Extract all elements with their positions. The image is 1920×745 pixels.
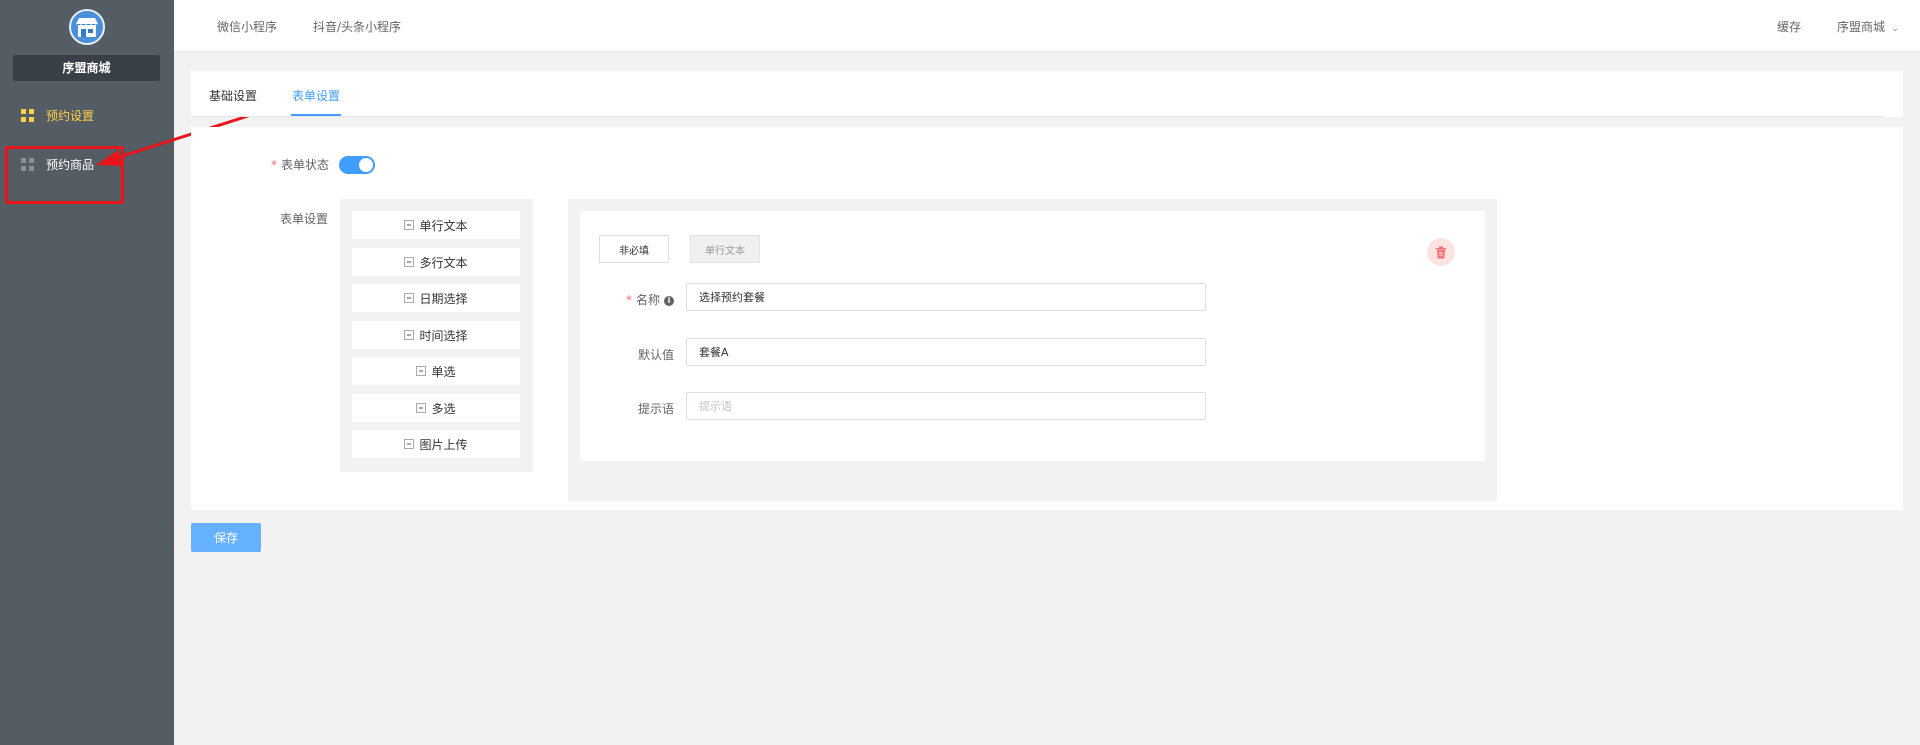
required-toggle-button[interactable]: 非必填	[599, 235, 669, 263]
palette-item-time[interactable]: 时间选择	[352, 321, 520, 349]
user-menu[interactable]: 序盟商城 ⌄	[1837, 18, 1899, 35]
top-bar: 微信小程序 抖音/头条小程序 缓存 序盟商城 ⌄	[174, 0, 1920, 52]
trash-icon	[1436, 246, 1446, 258]
sidebar-item-label: 预约设置	[46, 108, 95, 123]
form-status-toggle[interactable]	[339, 156, 375, 174]
field-type-palette: 单行文本 多行文本 日期选择 时间选择 单选 多选 图片上传	[340, 199, 533, 472]
radio-icon	[416, 366, 427, 376]
delete-field-button[interactable]	[1427, 238, 1455, 266]
name-input[interactable]	[686, 283, 1206, 311]
cache-button[interactable]: 缓存	[1777, 18, 1801, 35]
tabs-divider	[191, 116, 1883, 117]
name-label: * 名称 i	[594, 291, 674, 308]
palette-item-radio[interactable]: 单选	[352, 357, 520, 385]
sidebar-item-booking-settings[interactable]: 预约设置	[0, 95, 174, 135]
checkbox-icon	[416, 403, 427, 413]
palette-item-date[interactable]: 日期选择	[352, 284, 520, 312]
hint-label: 提示语	[637, 402, 674, 416]
tabs-bar: 基础设置 表单设置	[191, 71, 1903, 117]
form-status-label: * 表单状态	[271, 158, 330, 172]
tab-basic-settings[interactable]: 基础设置	[209, 87, 257, 104]
default-value-label: 默认值	[637, 348, 674, 362]
calendar-icon	[404, 293, 415, 303]
shop-name: 序盟商城	[13, 55, 160, 81]
textarea-icon	[404, 257, 415, 267]
sidebar-item-label: 预约商品	[46, 157, 95, 172]
image-icon	[404, 439, 415, 449]
default-value-input[interactable]	[686, 338, 1206, 366]
form-settings-label: 表单设置	[280, 212, 329, 226]
tab-form-settings[interactable]: 表单设置	[292, 87, 340, 104]
save-button[interactable]: 保存	[191, 523, 261, 552]
shop-logo-icon	[69, 9, 105, 45]
sidebar: 序盟商城 预约设置 预约商品	[0, 0, 174, 745]
palette-item-multi-text[interactable]: 多行文本	[352, 248, 520, 276]
sidebar-item-booking-products[interactable]: 预约商品	[0, 144, 174, 184]
palette-item-image-upload[interactable]: 图片上传	[352, 430, 520, 458]
toggle-knob	[359, 158, 373, 172]
palette-item-single-text[interactable]: 单行文本	[352, 211, 520, 239]
grid-icon	[21, 108, 34, 122]
field-type-button[interactable]: 单行文本	[690, 235, 760, 263]
field-editor-card: 非必填 单行文本 *名称i 默认值 提示语	[580, 211, 1485, 461]
grid-icon	[21, 157, 34, 171]
chevron-down-icon: ⌄	[1891, 23, 1900, 34]
field-editor-area: 非必填 单行文本 *名称i 默认值 提示语	[568, 199, 1497, 501]
form-settings-card: * 表单状态 表单设置 单行文本 多行文本 日期选择 时间选择 单选 多选 图片上…	[191, 127, 1903, 510]
text-field-icon	[404, 220, 415, 230]
nav-douyin-miniprogram[interactable]: 抖音/头条小程序	[313, 18, 401, 35]
user-menu-label: 序盟商城	[1837, 20, 1886, 34]
clock-icon	[404, 330, 415, 340]
nav-wechat-miniprogram[interactable]: 微信小程序	[217, 18, 277, 35]
info-icon: i	[664, 295, 674, 306]
palette-item-checkbox[interactable]: 多选	[352, 394, 520, 422]
hint-input[interactable]	[686, 392, 1206, 420]
